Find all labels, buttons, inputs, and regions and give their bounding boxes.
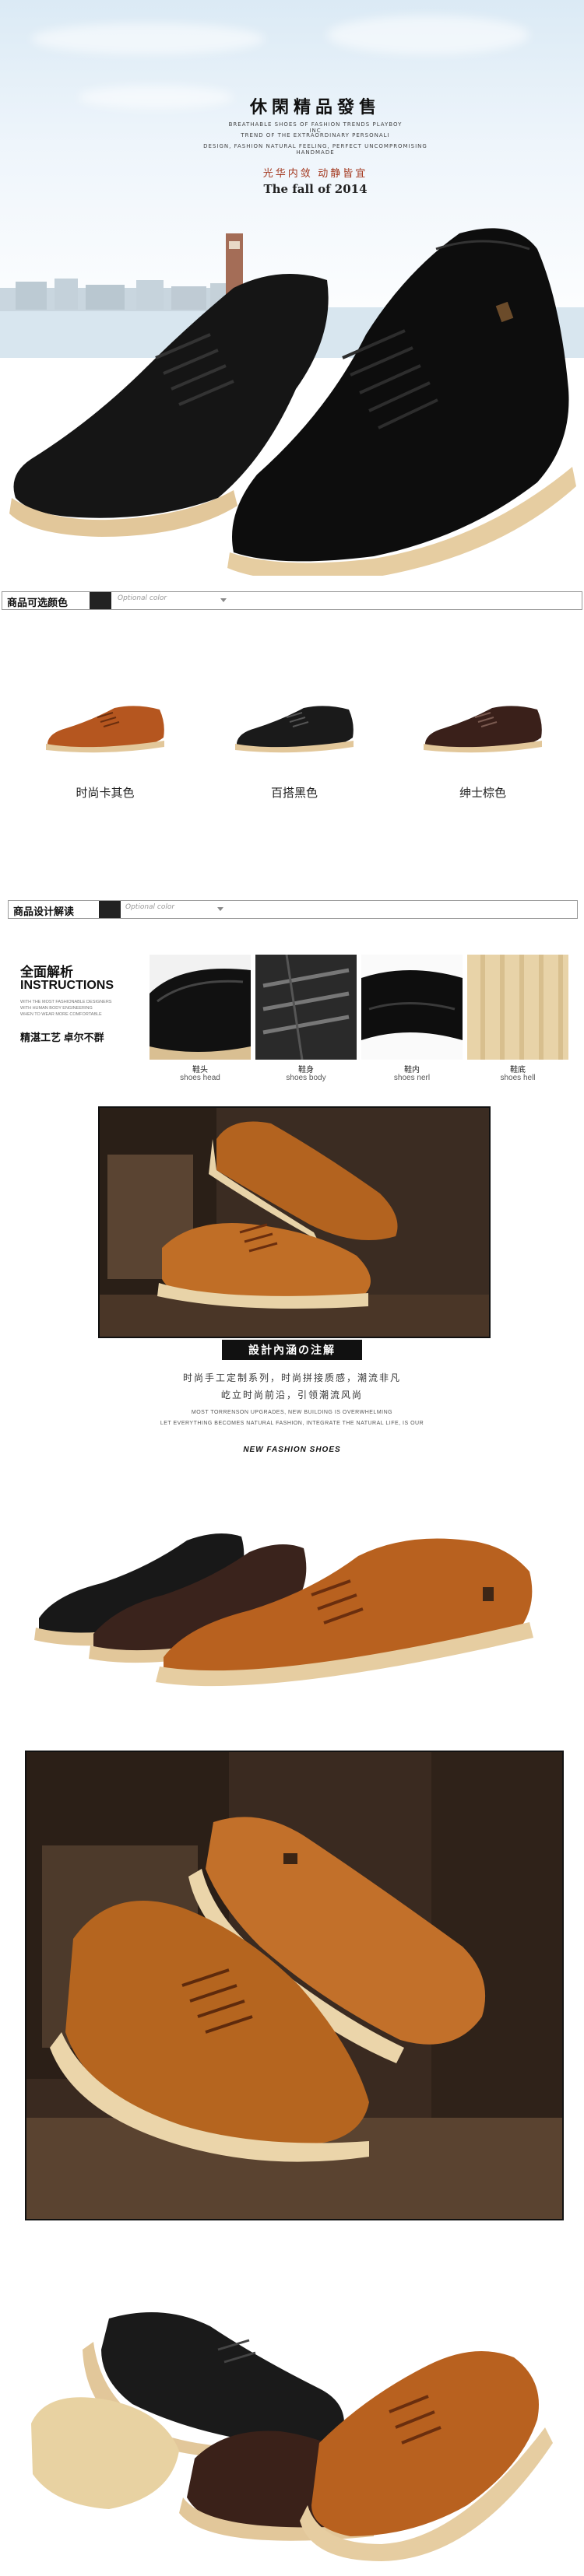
- thumb-caption: 鞋底: [510, 1066, 526, 1074]
- cloud: [78, 86, 234, 109]
- thumb-shoes-body: [255, 955, 357, 1060]
- instructions-note: WHEN TO WEAR MORE COMFORTABLE: [20, 1012, 102, 1017]
- thumb-shoes-sole: [467, 955, 568, 1060]
- section-header-colors: 商品可选颜色 Optional color: [2, 591, 582, 610]
- section-title: 商品可选颜色: [7, 598, 69, 609]
- chevron-down-icon: [217, 907, 223, 911]
- instructions-title-en: INSTRUCTIONS: [20, 979, 114, 992]
- section-divider: [90, 592, 111, 609]
- thumb-caption-en: shoes head: [180, 1074, 220, 1082]
- shoe-inner-closeup: [361, 955, 463, 1060]
- shoe-photo-tan-large: [26, 1752, 562, 2219]
- shoe-sole-closeup: [467, 955, 568, 1060]
- hero-shoes-image: [9, 228, 576, 576]
- color-label: 绅士棕色: [459, 787, 506, 800]
- instructions-slogan: 精湛工艺 卓尔不群: [20, 1032, 104, 1043]
- thumb-caption-en: shoes nerl: [393, 1074, 431, 1082]
- instructions-note: WITH HUMAN BODY ENGINEERING: [20, 1006, 93, 1011]
- shoe-head-closeup: [150, 955, 251, 1060]
- shoe-lineup-image: [34, 1533, 533, 1687]
- shoe-black-image: [235, 706, 354, 753]
- section-title: 商品设计解读: [13, 906, 75, 918]
- design-description-en: MOST TORRENSON UPGRADES, NEW BUILDING IS…: [191, 1410, 393, 1415]
- thumb-caption: 鞋头: [192, 1066, 208, 1074]
- section-tab: Optional color: [125, 903, 175, 911]
- new-fashion-label: NEW FASHION SHOES: [243, 1446, 341, 1454]
- design-notes-title: 設計內涵の注解: [222, 1340, 362, 1360]
- thumb-caption-en: shoes hell: [500, 1074, 536, 1082]
- chevron-down-icon: [220, 598, 227, 602]
- thumb-caption-en: shoes body: [286, 1074, 326, 1082]
- hero-banner: 休閑精品發售 BREATHABLE SHOES OF FASHION TREND…: [0, 0, 584, 576]
- shoe-collection-image: [31, 2312, 553, 2561]
- hero-title: 休閑精品發售: [249, 97, 381, 117]
- color-label: 时尚卡其色: [76, 787, 135, 800]
- design-description-en: LET EVERYTHING BECOMES NATURAL FASHION, …: [160, 1421, 424, 1426]
- lifestyle-photo: [98, 1106, 491, 1338]
- lifestyle-photo: [25, 1751, 564, 2220]
- instructions-note: WITH THE MOST FASHIONABLE DESIGNERS: [20, 1000, 112, 1004]
- section-divider: [99, 901, 121, 918]
- shoe-brown-image: [424, 706, 542, 753]
- design-description: 屹立时尚前沿，引领潮流风尚: [220, 1390, 363, 1400]
- cloud: [31, 23, 265, 54]
- shoe-photo-tan: [100, 1108, 489, 1337]
- color-label: 百搭黑色: [270, 787, 318, 800]
- design-description: 时尚手工定制系列，时尚拼接质感，潮流非凡: [182, 1372, 401, 1383]
- section-header-design: 商品设计解读 Optional color: [8, 900, 578, 919]
- cloud: [327, 16, 529, 54]
- shoe-khaki-image: [46, 706, 164, 753]
- thumb-caption: 鞋内: [404, 1066, 420, 1074]
- thumb-shoes-inner: [361, 955, 463, 1060]
- thumb-shoes-head: [150, 955, 251, 1060]
- instructions-title-cn: 全面解析: [20, 965, 73, 980]
- thumb-caption: 鞋身: [298, 1066, 314, 1074]
- section-tab: Optional color: [118, 594, 167, 602]
- shoe-body-closeup: [255, 955, 357, 1060]
